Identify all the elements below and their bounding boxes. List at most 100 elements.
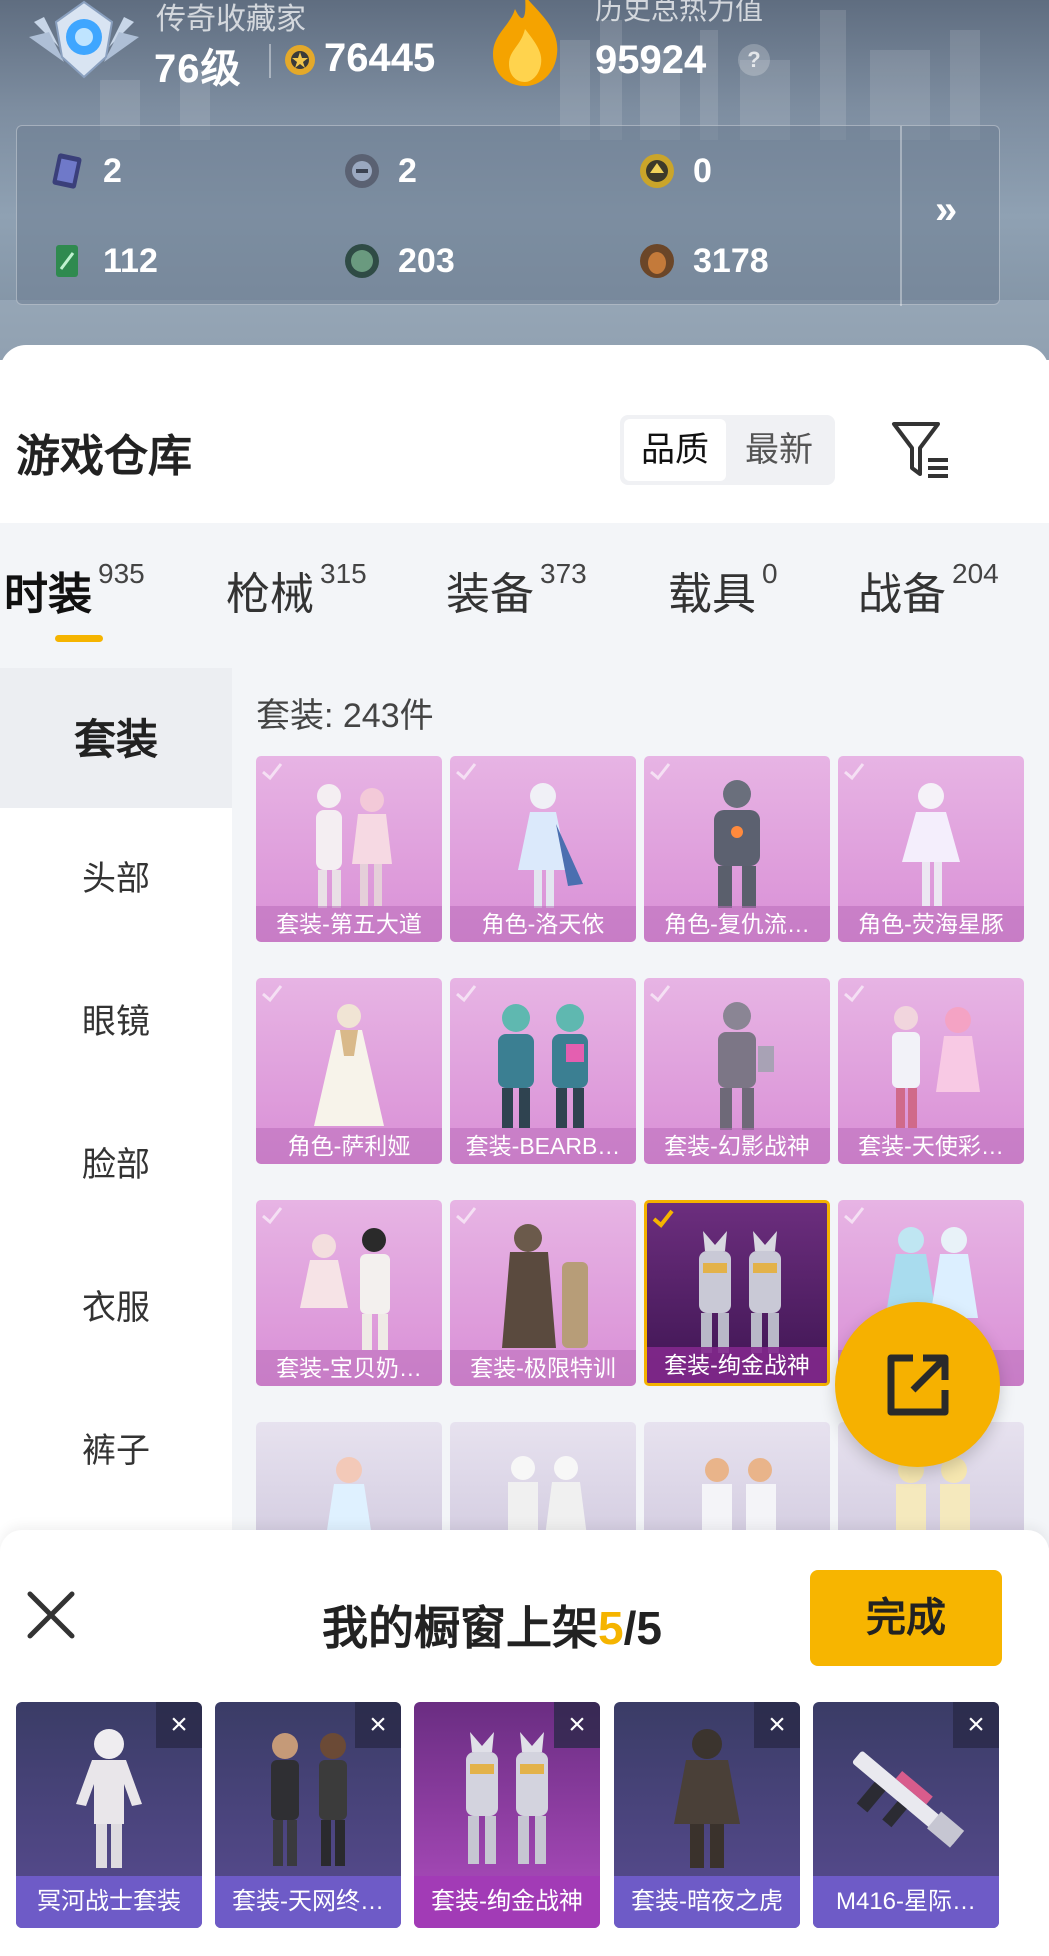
remove-icon[interactable]: × <box>754 1702 800 1748</box>
subcategory-sidebar: 套装 头部 眼镜 脸部 衣服 裤子 <box>0 668 232 1548</box>
item-card-selected[interactable]: 套装-绚金战神 <box>644 1200 830 1386</box>
item-name: 套装-第五大道 <box>256 906 442 942</box>
outfit-figure-icon <box>271 1733 347 1866</box>
item-name: 套装-天使彩… <box>838 1128 1024 1164</box>
item-card[interactable]: 套装-天使彩… <box>838 978 1024 1164</box>
stat-gold-token[interactable]: 0 <box>637 146 897 196</box>
outfit-figure-icon <box>699 1231 781 1353</box>
sidebar-item-glasses[interactable]: 眼镜 <box>0 951 232 1094</box>
stat-value: 3178 <box>693 241 769 280</box>
flame-icon <box>493 0 558 86</box>
tab-fashion[interactable]: 时装 935 <box>4 558 145 628</box>
shelf-item[interactable]: × 套装-绚金战神 <box>414 1702 600 1928</box>
shelf-item[interactable]: × M416-星际… <box>813 1702 999 1928</box>
tab-label: 枪械 <box>226 570 314 619</box>
shelf-total: /5 <box>623 1602 662 1654</box>
outfit-figure-icon <box>674 1729 740 1868</box>
item-count: 套装: 243件 <box>256 697 434 735</box>
tab-count: 373 <box>540 558 587 589</box>
shelf-item[interactable]: × 套装-暗夜之虎 <box>614 1702 800 1928</box>
ticket-icon <box>56 245 78 277</box>
remove-icon[interactable]: × <box>953 1702 999 1748</box>
item-card[interactable]: 套装-极限特训 <box>450 1200 636 1386</box>
item-card[interactable]: 套装-BEARB… <box>450 978 636 1164</box>
tab-vehicles[interactable]: 载具 0 <box>668 558 778 628</box>
sidebar-item-face[interactable]: 脸部 <box>0 1094 232 1237</box>
item-card[interactable]: 套装-幻影战神 <box>644 978 830 1164</box>
page-title: 游戏仓库 <box>16 432 192 481</box>
shelf-item-name: 套装-暗夜之虎 <box>614 1876 800 1928</box>
tab-equipment[interactable]: 装备 373 <box>446 558 587 628</box>
item-card[interactable]: 角色-复仇流… <box>644 756 830 942</box>
player-level: 76级 <box>154 47 242 91</box>
divider <box>269 44 271 78</box>
item-name: 角色-复仇流… <box>644 906 830 942</box>
outfit-figure-icon <box>502 1224 588 1348</box>
sidebar-item-head[interactable]: 头部 <box>0 808 232 951</box>
item-name: 套装-幻影战神 <box>644 1128 830 1164</box>
tab-guns[interactable]: 枪械 315 <box>226 558 367 628</box>
item-card[interactable]: 角色-洛天依 <box>450 756 636 942</box>
done-button[interactable]: 完成 <box>810 1570 1002 1666</box>
sidebar-item-pants[interactable]: 裤子 <box>0 1380 232 1548</box>
resource-stats: 2 2 0 112 203 3178 » <box>16 125 1000 306</box>
stat-emblem[interactable]: 2 <box>342 146 602 196</box>
shelf-item[interactable]: × 冥河战士套装 <box>16 1702 202 1928</box>
gold-token-icon <box>640 154 674 188</box>
active-tab-indicator <box>55 635 103 642</box>
shelf-item[interactable]: × 套装-天网终… <box>215 1702 401 1928</box>
shelf-count: 5 <box>598 1602 624 1654</box>
stat-bag[interactable]: 3178 <box>637 236 897 286</box>
category-tabs: 时装 935 枪械 315 装备 373 载具 0 战备 204 <box>0 523 1049 668</box>
outfit-figure-icon <box>300 1228 390 1350</box>
item-card[interactable]: 角色-荧海星豚 <box>838 756 1024 942</box>
item-name: 角色-萨利娅 <box>256 1128 442 1164</box>
external-link-icon <box>887 1354 949 1416</box>
emblem-icon <box>345 154 379 188</box>
filter-icon[interactable] <box>890 418 952 480</box>
card-icon <box>52 153 82 189</box>
showcase-drawer: 我的橱窗上架5/5 完成 × 冥河战士套装 × 套装-天网终… × 套装-绚金战… <box>0 1530 1049 1956</box>
rifle-icon <box>852 1751 965 1848</box>
sort-newest-button[interactable]: 最新 <box>728 419 830 481</box>
stat-value: 203 <box>398 241 455 280</box>
item-name: 套装-宝贝奶… <box>256 1350 442 1386</box>
tab-count: 204 <box>952 558 999 589</box>
item-name: 角色-洛天依 <box>450 906 636 942</box>
tab-label: 装备 <box>446 570 534 619</box>
bag-icon <box>640 244 674 278</box>
remove-icon[interactable]: × <box>355 1702 401 1748</box>
sidebar-item-suit[interactable]: 套装 <box>0 668 232 810</box>
rank-badge-icon <box>29 0 139 79</box>
item-card[interactable]: 套装-第五大道 <box>256 756 442 942</box>
sidebar-item-clothes[interactable]: 衣服 <box>0 1237 232 1380</box>
rank-title: 传奇收藏家 <box>156 3 306 36</box>
drawer-title-text: 我的橱窗上架 <box>322 1602 598 1654</box>
drawer-title: 我的橱窗上架5/5 <box>322 1592 662 1658</box>
tab-count: 935 <box>98 558 145 589</box>
heat-info: 历史总热力值 95924 ? <box>485 0 865 110</box>
stat-card[interactable]: 2 <box>47 146 307 196</box>
tab-count: 315 <box>320 558 367 589</box>
tab-label: 载具 <box>668 570 756 619</box>
close-icon[interactable] <box>24 1588 78 1642</box>
stat-ticket[interactable]: 112 <box>47 236 307 286</box>
share-button[interactable] <box>835 1302 1000 1467</box>
item-name: 套装-极限特训 <box>450 1350 636 1386</box>
remove-icon[interactable]: × <box>156 1702 202 1748</box>
sort-toggle: 品质 最新 <box>620 415 835 485</box>
sort-quality-button[interactable]: 品质 <box>624 419 726 481</box>
expand-arrows-icon[interactable]: » <box>935 188 957 233</box>
item-name: 套装-绚金战神 <box>647 1347 827 1383</box>
tab-gear[interactable]: 战备 204 <box>858 558 999 628</box>
stat-crate[interactable]: 203 <box>342 236 602 286</box>
remove-icon[interactable]: × <box>554 1702 600 1748</box>
stat-value: 112 <box>103 241 158 280</box>
item-card[interactable]: 套装-宝贝奶… <box>256 1200 442 1386</box>
heat-value: 95924 <box>595 38 707 82</box>
outfit-figure-icon <box>466 1732 548 1864</box>
help-icon[interactable]: ? <box>738 44 770 76</box>
item-card[interactable]: 角色-萨利娅 <box>256 978 442 1164</box>
outfit-figure-icon <box>718 1002 774 1130</box>
divider <box>900 126 902 306</box>
